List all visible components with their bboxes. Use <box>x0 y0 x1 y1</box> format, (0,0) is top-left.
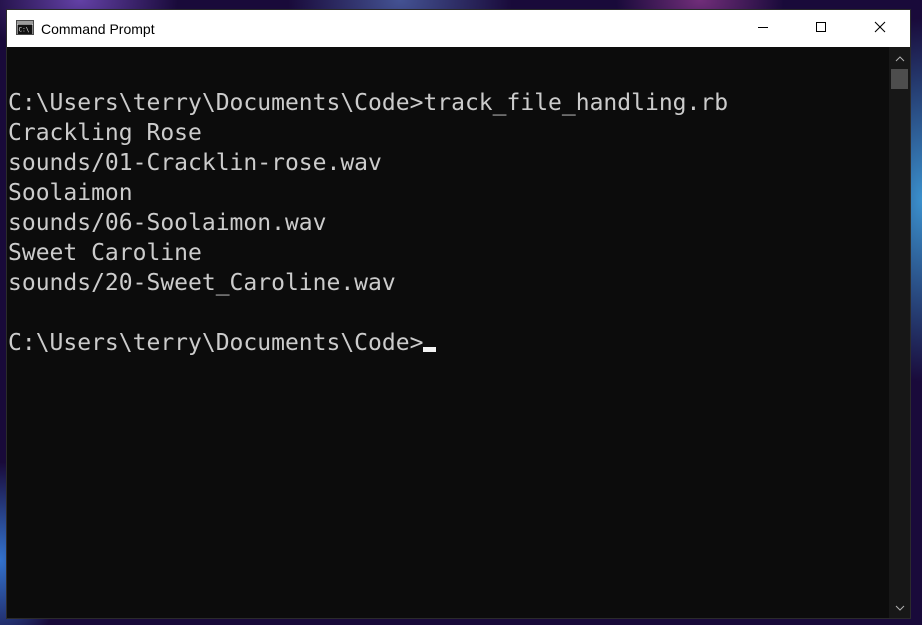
console-output[interactable]: C:\Users\terry\Documents\Code>track_file… <box>7 47 889 618</box>
maximize-button[interactable] <box>792 10 850 47</box>
console-prompt-line[interactable]: C:\Users\terry\Documents\Code> <box>8 328 437 358</box>
scroll-up-button[interactable] <box>889 49 910 67</box>
chevron-up-icon <box>895 49 905 67</box>
console-line: Crackling Rose <box>8 120 202 146</box>
scroll-down-button[interactable] <box>889 598 910 616</box>
text-cursor <box>423 347 437 352</box>
scrollbar-thumb[interactable] <box>891 69 908 89</box>
console-line: Soolaimon <box>8 180 133 206</box>
title-bar[interactable]: C:\ Command Prompt <box>7 10 910 47</box>
vertical-scrollbar[interactable] <box>889 47 910 618</box>
console-line: Sweet Caroline <box>8 240 202 266</box>
console-line: sounds/20-Sweet_Caroline.wav <box>8 270 396 296</box>
console-prompt: C:\Users\terry\Documents\Code> <box>8 330 424 356</box>
console-line: sounds/06-Soolaimon.wav <box>8 210 327 236</box>
close-button[interactable] <box>850 10 910 47</box>
close-icon <box>874 20 886 38</box>
minimize-button[interactable] <box>734 10 792 47</box>
console-line: C:\Users\terry\Documents\Code>track_file… <box>8 90 729 116</box>
maximize-icon <box>815 20 827 38</box>
svg-text:C:\: C:\ <box>19 27 30 34</box>
window-title: Command Prompt <box>41 21 155 37</box>
chevron-down-icon <box>895 598 905 616</box>
console-line: sounds/01-Cracklin-rose.wav <box>8 150 382 176</box>
cmd-console-icon[interactable]: C:\ <box>16 20 34 35</box>
command-prompt-window: C:\ Command Prompt C:\Users\terry\Docume… <box>7 10 910 618</box>
minimize-icon <box>757 20 769 38</box>
